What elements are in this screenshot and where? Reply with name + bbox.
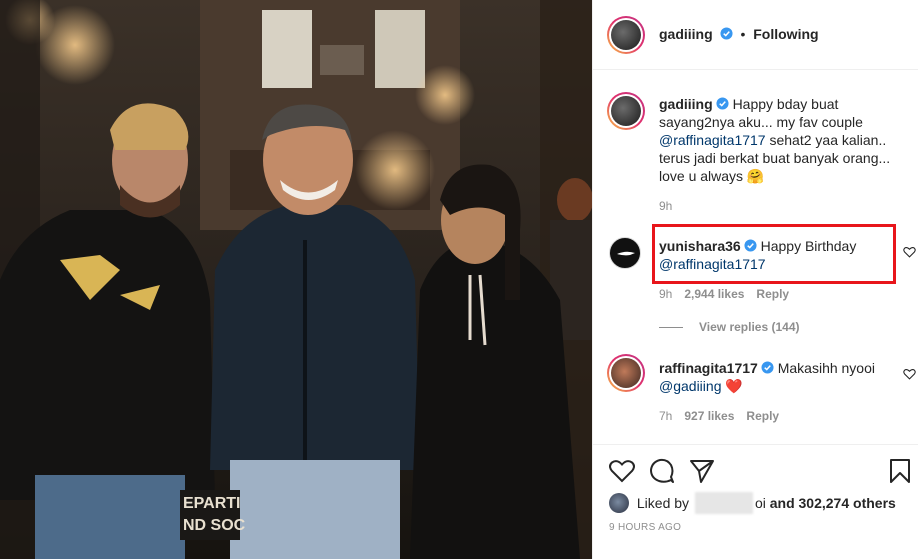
reply-comment: raffinagita1717 Makasihh nyooi @gadiiing… xyxy=(659,359,894,395)
caption-meta: 9h xyxy=(659,199,672,213)
verified-icon xyxy=(761,361,774,374)
avatar-bird-icon xyxy=(617,251,635,256)
comment-meta: 9h 2,944 likes Reply xyxy=(659,287,789,301)
header-dot: • xyxy=(740,26,746,42)
blurred-name-suffix: oi xyxy=(754,495,766,511)
post-photo-illustration: EPARTI ND SOC xyxy=(0,0,592,559)
liker-avatar[interactable] xyxy=(609,493,629,513)
view-replies-line xyxy=(659,327,683,329)
heart-icon[interactable] xyxy=(609,459,635,483)
header-line: gadiiing • Following xyxy=(659,26,819,42)
comment-time[interactable]: 9h xyxy=(659,287,672,301)
blurred-liker-name xyxy=(694,492,753,514)
comment-username[interactable]: yunishara36 xyxy=(659,238,741,254)
view-replies-label: View replies (144) xyxy=(699,320,800,334)
comment-like-heart-icon[interactable] xyxy=(903,246,916,258)
bookmark-icon[interactable] xyxy=(889,458,911,484)
likes-prefix: Liked by xyxy=(636,495,690,511)
comment-time[interactable]: 9h xyxy=(659,199,672,213)
likes-conjunction: and xyxy=(769,495,795,511)
author-username[interactable]: gadiiing xyxy=(659,26,713,42)
highlighted-comment: yunishara36 Happy Birthday @raffinagita1… xyxy=(659,237,884,273)
commenter-avatar[interactable] xyxy=(609,237,641,269)
caption-avatar[interactable] xyxy=(607,92,645,130)
heart-emoji: ❤️ xyxy=(725,378,743,394)
comment-icon[interactable] xyxy=(649,458,675,484)
post-header: gadiiing • Following xyxy=(593,0,918,70)
comment-meta: 7h 927 likes Reply xyxy=(659,409,779,423)
comment-username[interactable]: gadiiing xyxy=(659,96,713,112)
comment-like-heart-icon[interactable] xyxy=(903,368,916,380)
post-photo[interactable]: EPARTI ND SOC xyxy=(0,0,592,559)
reply-button[interactable]: Reply xyxy=(756,287,789,301)
author-avatar[interactable] xyxy=(607,16,645,54)
view-replies-button[interactable]: View replies (144) xyxy=(659,320,800,334)
likes-summary: Liked by oi and 302,274 others xyxy=(609,492,896,514)
comment-mention[interactable]: @raffinagita1717 xyxy=(659,132,766,148)
sign-line-2: ND SOC xyxy=(183,517,246,534)
verified-icon xyxy=(716,97,729,110)
share-icon[interactable] xyxy=(689,458,715,484)
comment-text: Happy Birthday xyxy=(760,238,857,254)
comment-mention[interactable]: @raffinagita1717 xyxy=(659,256,766,272)
caption-comment: gadiiing Happy bday buat sayang2nya aku.… xyxy=(659,95,899,185)
post-timestamp[interactable]: 9 HOURS AGO xyxy=(609,522,681,533)
verified-icon xyxy=(720,27,733,40)
reply-button[interactable]: Reply xyxy=(746,409,779,423)
comment-likes[interactable]: 2,944 likes xyxy=(684,287,744,301)
verified-icon xyxy=(744,239,757,252)
post-side-panel: gadiiing • Following gadiiing Happy bday… xyxy=(592,0,918,559)
comment-mention[interactable]: @gadiiing xyxy=(659,378,721,394)
commenter-avatar[interactable] xyxy=(607,354,645,392)
likes-count[interactable]: 302,274 others xyxy=(799,495,896,511)
sign-line-1: EPARTI xyxy=(183,495,240,512)
comment-time[interactable]: 7h xyxy=(659,409,672,423)
comment-text: Makasihh nyooi xyxy=(777,360,875,376)
comment-likes[interactable]: 927 likes xyxy=(684,409,734,423)
follow-button[interactable]: Following xyxy=(753,26,818,42)
comment-username[interactable]: raffinagita1717 xyxy=(659,360,758,376)
